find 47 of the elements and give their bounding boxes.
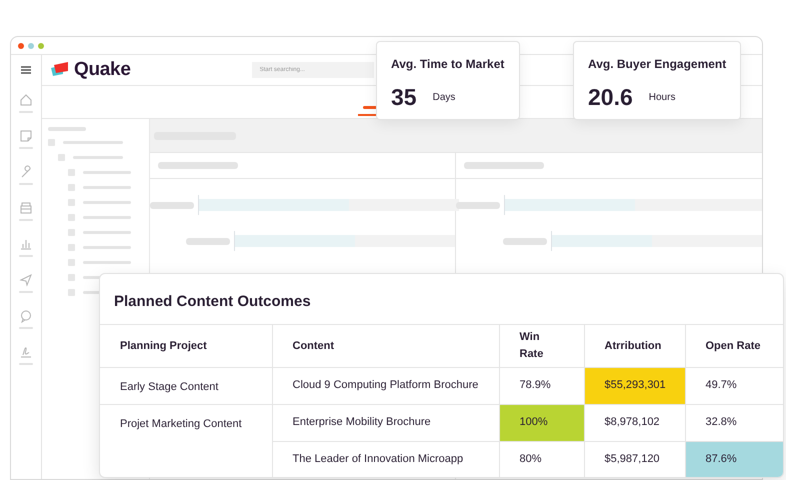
wrench-icon[interactable] xyxy=(19,165,33,179)
checkbox-icon xyxy=(68,259,75,266)
table-title: Planned Content Outcomes xyxy=(114,293,311,310)
checkbox-icon xyxy=(68,274,75,281)
table-cell: Enterprise Mobility Brochure xyxy=(272,404,499,441)
stat-title: Avg. Time to Market xyxy=(391,56,504,72)
stat-unit: Days xyxy=(432,90,456,105)
stat-title: Avg. Buyer Engagement xyxy=(588,56,726,72)
checkbox-icon xyxy=(68,289,75,296)
checkbox-icon xyxy=(68,199,75,206)
skeleton-bar xyxy=(456,202,500,208)
logo-text: Quake xyxy=(74,58,131,82)
home-icon[interactable] xyxy=(19,93,33,107)
note-icon[interactable] xyxy=(19,129,33,143)
signature-icon[interactable] xyxy=(19,345,33,359)
stat-value: 35 xyxy=(391,83,417,112)
highlighted-cell: $55,293,301 xyxy=(584,367,685,404)
checkbox-icon xyxy=(68,184,75,191)
column-header: Planning Project xyxy=(100,325,272,367)
chart-icon[interactable] xyxy=(19,237,33,251)
checkbox-icon xyxy=(68,244,75,251)
window-dot xyxy=(18,42,24,48)
skeleton-bar xyxy=(503,238,547,244)
column-header: Content xyxy=(272,325,499,367)
table-cell: Cloud 9 Computing Platform Brochure xyxy=(272,367,499,404)
column-header: Atrribution xyxy=(584,325,685,367)
send-icon[interactable] xyxy=(19,273,33,287)
checkbox-icon xyxy=(68,169,75,176)
checkbox-icon xyxy=(68,229,75,236)
highlighted-cell: 87.6% xyxy=(685,441,783,477)
table-cell: 78.9% xyxy=(499,367,584,404)
checkbox-icon xyxy=(68,214,75,221)
column-header: Open Rate xyxy=(685,325,783,367)
window-dot xyxy=(28,42,34,48)
window-dot xyxy=(38,42,44,48)
stat-value: 20.6 xyxy=(588,83,633,112)
checkbox-icon xyxy=(48,139,55,146)
highlighted-cell: 100% xyxy=(499,404,584,441)
skeleton-bar xyxy=(186,238,230,244)
checkbox-icon xyxy=(58,154,65,161)
folder-icon[interactable] xyxy=(19,201,33,215)
stat-unit: Hours xyxy=(648,90,676,105)
chat-icon[interactable] xyxy=(19,309,33,323)
table-cell: Early Stage Content xyxy=(100,367,272,404)
column-header: Win Rate xyxy=(499,325,584,367)
table-cell: $8,978,102 xyxy=(584,404,685,441)
logo-icon xyxy=(50,62,70,78)
